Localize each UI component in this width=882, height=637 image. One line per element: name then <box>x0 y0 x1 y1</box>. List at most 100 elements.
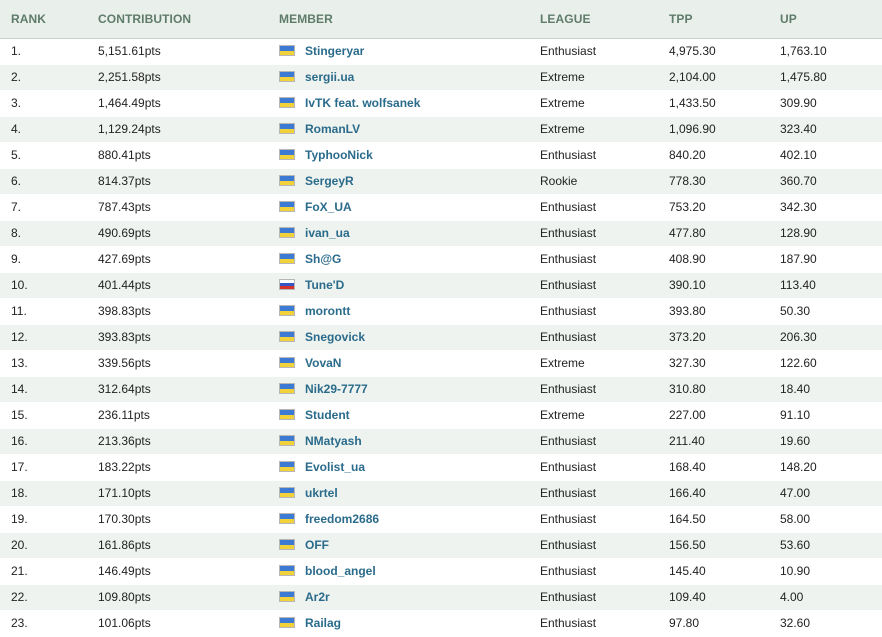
ukraine-flag-icon <box>279 175 295 186</box>
league-cell: Extreme <box>540 70 585 84</box>
tpp-cell: 778.30 <box>669 174 706 188</box>
member-cell: ukrtel <box>279 486 338 500</box>
up-cell: 128.90 <box>780 226 817 240</box>
member-link[interactable]: Railag <box>305 616 341 630</box>
member-cell: Railag <box>279 616 341 630</box>
ukraine-flag-icon <box>279 409 295 420</box>
up-cell: 360.70 <box>780 174 817 188</box>
league-cell: Enthusiast <box>540 304 597 318</box>
member-cell: Nik29-7777 <box>279 382 368 396</box>
member-link[interactable]: SergeyR <box>305 174 354 188</box>
league-cell: Enthusiast <box>540 590 597 604</box>
member-cell: Ar2r <box>279 590 330 604</box>
member-link[interactable]: Nik29-7777 <box>305 382 368 396</box>
ukraine-flag-icon <box>279 331 295 342</box>
member-cell: Student <box>279 408 350 422</box>
rank-cell: 15. <box>11 408 28 422</box>
column-header-member[interactable]: MEMBER <box>279 12 333 26</box>
up-cell: 10.90 <box>780 564 811 578</box>
tpp-cell: 156.50 <box>669 538 706 552</box>
member-link[interactable]: Sh@G <box>305 252 341 266</box>
column-header-tpp[interactable]: TPP <box>669 12 693 26</box>
member-link[interactable]: Tune'D <box>305 278 344 292</box>
member-link[interactable]: sergii.ua <box>305 70 354 84</box>
table-row: 17. 183.22pts Evolist_ua Enthusiast 168.40 14… <box>0 455 882 481</box>
member-cell: Evolist_ua <box>279 460 365 474</box>
member-link[interactable]: Student <box>305 408 350 422</box>
up-cell: 113.40 <box>780 278 816 292</box>
member-link[interactable]: Ar2r <box>305 590 330 604</box>
table-row: 20. 161.86pts OFF Enthusiast 156.50 53.60 <box>0 533 882 559</box>
member-cell: IvTK feat. wolfsanek <box>279 96 420 110</box>
member-link[interactable]: RomanLV <box>305 122 360 136</box>
member-link[interactable]: blood_angel <box>305 564 376 578</box>
table-body: 1. 5,151.61pts Stingeryar Enthusiast 4,975.3… <box>0 39 882 637</box>
tpp-cell: 373.20 <box>669 330 706 344</box>
up-cell: 402.10 <box>780 148 817 162</box>
table-row: 19. 170.30pts freedom2686 Enthusiast 164.50 5… <box>0 507 882 533</box>
league-cell: Enthusiast <box>540 200 597 214</box>
table-row: 21. 146.49pts blood_angel Enthusiast 145.40 1… <box>0 559 882 585</box>
member-link[interactable]: Snegovick <box>305 330 365 344</box>
column-header-rank[interactable]: RANK <box>11 12 46 26</box>
league-cell: Enthusiast <box>540 252 597 266</box>
russia-flag-icon <box>279 279 295 290</box>
table-row: 10. 401.44pts Tune'D Enthusiast 390.10 113.40 <box>0 273 882 299</box>
member-link[interactable]: NMatyash <box>305 434 362 448</box>
ukraine-flag-icon <box>279 565 295 576</box>
rank-cell: 7. <box>11 200 22 214</box>
table-row: 23. 101.06pts Railag Enthusiast 97.80 32.60 <box>0 611 882 637</box>
member-link[interactable]: FoX_UA <box>305 200 352 214</box>
ukraine-flag-icon <box>279 591 295 602</box>
league-cell: Enthusiast <box>540 226 597 240</box>
rank-cell: 14. <box>11 382 28 396</box>
contribution-cell: 236.11pts <box>98 408 150 422</box>
up-cell: 122.60 <box>780 356 817 370</box>
contribution-cell: 101.06pts <box>98 616 151 630</box>
up-cell: 206.30 <box>780 330 817 344</box>
member-link[interactable]: OFF <box>305 538 329 552</box>
member-link[interactable]: ivan_ua <box>305 226 350 240</box>
member-cell: Snegovick <box>279 330 365 344</box>
member-link[interactable]: freedom2686 <box>305 512 379 526</box>
rank-cell: 8. <box>11 226 22 240</box>
contribution-cell: 171.10pts <box>98 486 151 500</box>
tpp-cell: 168.40 <box>669 460 706 474</box>
member-link[interactable]: VovaN <box>305 356 341 370</box>
rank-cell: 22. <box>11 590 28 604</box>
rank-cell: 21. <box>11 564 28 578</box>
ukraine-flag-icon <box>279 435 295 446</box>
table-header: RANK CONTRIBUTION MEMBER LEAGUE TPP UP <box>0 0 882 39</box>
ukraine-flag-icon <box>279 71 295 82</box>
table-row: 22. 109.80pts Ar2r Enthusiast 109.40 4.00 <box>0 585 882 611</box>
tpp-cell: 145.40 <box>669 564 706 578</box>
column-header-league[interactable]: LEAGUE <box>540 12 591 26</box>
rank-cell: 19. <box>11 512 28 526</box>
contribution-cell: 213.36pts <box>98 434 151 448</box>
ukraine-flag-icon <box>279 617 295 628</box>
table-row: 18. 171.10pts ukrtel Enthusiast 166.40 47.00 <box>0 481 882 507</box>
contribution-cell: 109.80pts <box>98 590 151 604</box>
member-cell: freedom2686 <box>279 512 379 526</box>
rank-cell: 11. <box>11 304 27 318</box>
table-row: 15. 236.11pts Student Extreme 227.00 91.10 <box>0 403 882 429</box>
column-header-up[interactable]: UP <box>780 12 797 26</box>
member-link[interactable]: Stingeryar <box>305 44 364 58</box>
member-link[interactable]: IvTK feat. wolfsanek <box>305 96 420 110</box>
member-link[interactable]: morontt <box>305 304 350 318</box>
tpp-cell: 393.80 <box>669 304 706 318</box>
member-link[interactable]: TyphooNick <box>305 148 373 162</box>
tpp-cell: 97.80 <box>669 616 700 630</box>
member-link[interactable]: ukrtel <box>305 486 338 500</box>
up-cell: 323.40 <box>780 122 817 136</box>
column-header-contribution[interactable]: CONTRIBUTION <box>98 12 191 26</box>
member-link[interactable]: Evolist_ua <box>305 460 365 474</box>
member-cell: SergeyR <box>279 174 354 188</box>
rank-cell: 13. <box>11 356 28 370</box>
up-cell: 1,475.80 <box>780 70 827 84</box>
league-cell: Enthusiast <box>540 538 597 552</box>
league-cell: Enthusiast <box>540 486 597 500</box>
table-row: 1. 5,151.61pts Stingeryar Enthusiast 4,975.3… <box>0 39 882 65</box>
up-cell: 148.20 <box>780 460 817 474</box>
rank-cell: 9. <box>11 252 22 266</box>
